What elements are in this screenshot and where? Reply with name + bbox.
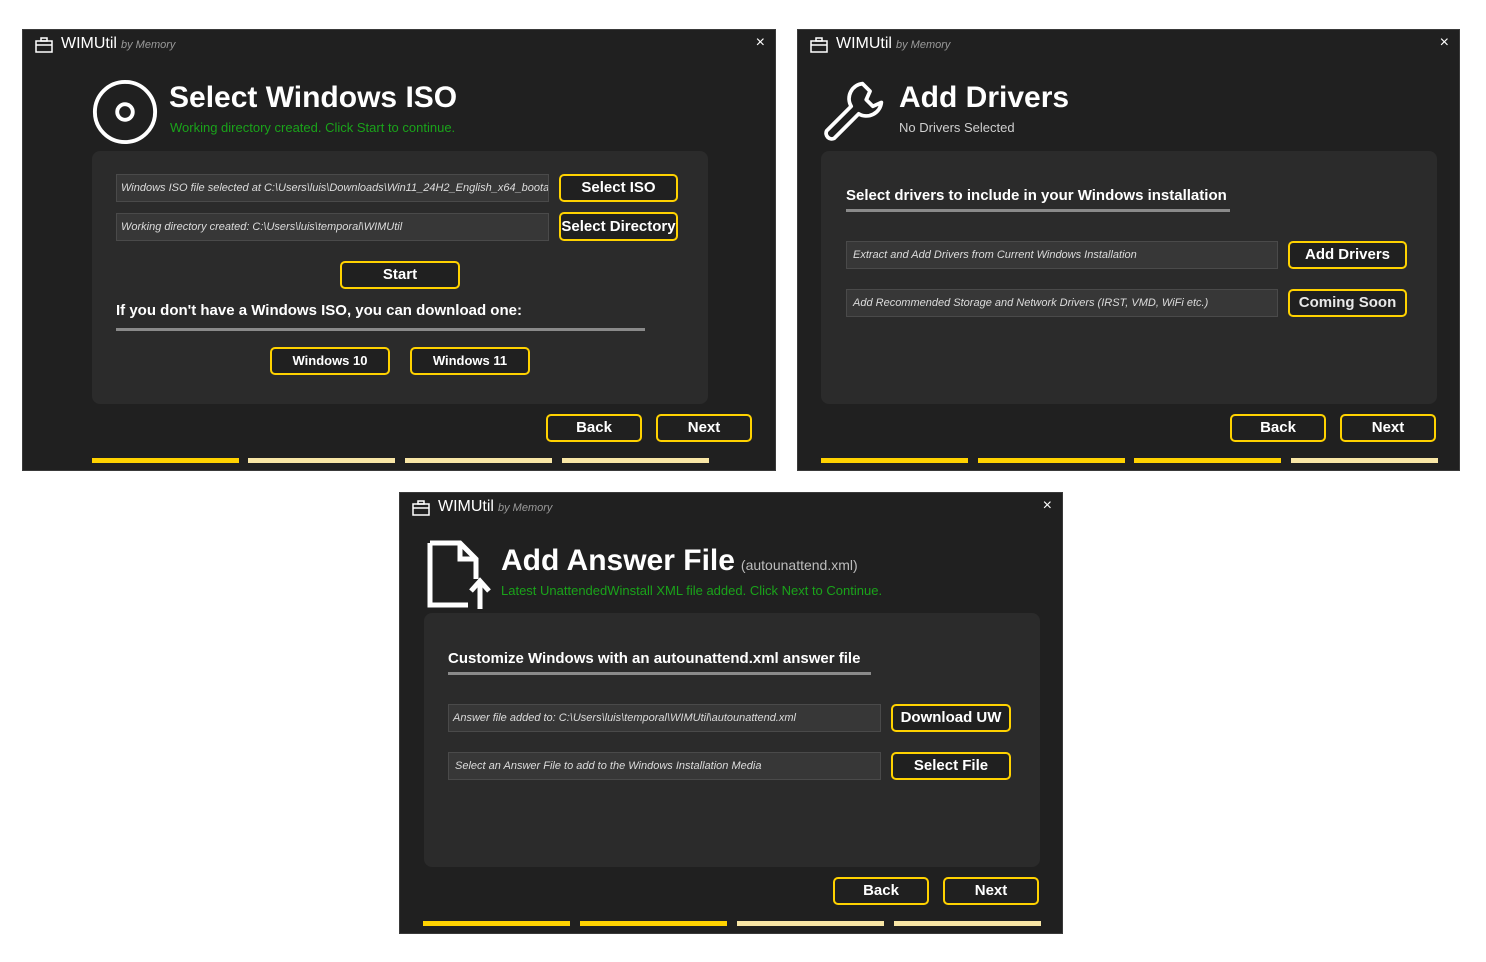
toolbox-icon [35,37,53,53]
download-heading: If you don't have a Windows ISO, you can… [116,302,522,319]
app-title: WIMUtil by Memory [836,35,951,52]
title-filename: (autounattend.xml) [740,557,858,573]
select-iso-button[interactable]: Select ISO [559,174,678,202]
window-add-drivers: WIMUtil by Memory × Add Drivers No Driver… [797,29,1460,471]
working-directory-field[interactable]: Working directory created: C:\Users\luis… [116,213,549,241]
iso-path-field[interactable]: Windows ISO file selected at C:\Users\lu… [116,174,549,202]
window-add-answer-file: WIMUtil by Memory × Add Answer File (autou… [399,492,1063,934]
recommended-drivers-field[interactable]: Add Recommended Storage and Network Driv… [846,289,1278,317]
progress-step-4 [562,458,709,463]
next-button[interactable]: Next [1340,414,1436,442]
app-title: WIMUtil by Memory [61,35,176,52]
close-button[interactable]: × [1440,34,1449,52]
progress-step-3 [405,458,552,463]
answer-file-path-field[interactable]: Answer file added to: C:\Users\luis\temp… [448,704,881,732]
select-file-button[interactable]: Select File [891,752,1011,780]
app-title: WIMUtil by Memory [438,498,553,515]
status-text: No Drivers Selected [899,120,1015,135]
progress-step-1 [423,921,570,926]
add-drivers-button[interactable]: Add Drivers [1288,241,1407,269]
progress-step-4 [894,921,1041,926]
progress-step-3 [1134,458,1281,463]
section-divider [116,328,645,331]
coming-soon-button[interactable]: Coming Soon [1288,289,1407,317]
status-text: Latest UnattendedWinstall XML file added… [501,583,883,598]
back-button[interactable]: Back [1230,414,1326,442]
section-title: Select drivers to include in your Window… [846,187,1227,204]
file-upload-icon [427,540,491,609]
page-title: Add Drivers [899,81,1070,114]
back-button[interactable]: Back [546,414,642,442]
windows-10-button[interactable]: Windows 10 [270,347,390,375]
title-bar: WIMUtil by Memory × [400,493,1062,523]
close-button[interactable]: × [1043,497,1052,515]
title-bar: WIMUtil by Memory × [23,30,775,60]
section-divider [846,209,1230,212]
section-divider [448,672,871,675]
next-button[interactable]: Next [943,877,1039,905]
download-uw-button[interactable]: Download UW [891,704,1011,732]
windows-11-button[interactable]: Windows 11 [410,347,530,375]
section-title: Customize Windows with an autounattend.x… [448,650,861,667]
progress-step-2 [248,458,395,463]
disc-icon [92,79,158,145]
toolbox-icon [810,37,828,53]
progress-step-1 [821,458,968,463]
select-directory-button[interactable]: Select Directory [559,212,678,241]
page-title: Select Windows ISO [169,81,458,114]
next-button[interactable]: Next [656,414,752,442]
toolbox-icon [412,500,430,516]
window-select-iso: WIMUtil by Memory × Select Windows ISO Wo… [22,29,776,471]
select-answer-file-field[interactable]: Select an Answer File to add to the Wind… [448,752,881,780]
back-button[interactable]: Back [833,877,929,905]
start-button[interactable]: Start [340,261,460,289]
progress-step-2 [580,921,727,926]
close-button[interactable]: × [756,34,765,52]
title-bar: WIMUtil by Memory × [798,30,1459,60]
status-text: Working directory created. Click Start t… [170,120,456,135]
progress-step-4 [1291,458,1438,463]
extract-drivers-field[interactable]: Extract and Add Drivers from Current Win… [846,241,1278,269]
progress-step-1 [92,458,239,463]
progress-step-2 [978,458,1125,463]
progress-step-3 [737,921,884,926]
page-title: Add Answer File (autounattend.xml) [501,544,858,577]
wrench-icon [824,81,884,141]
